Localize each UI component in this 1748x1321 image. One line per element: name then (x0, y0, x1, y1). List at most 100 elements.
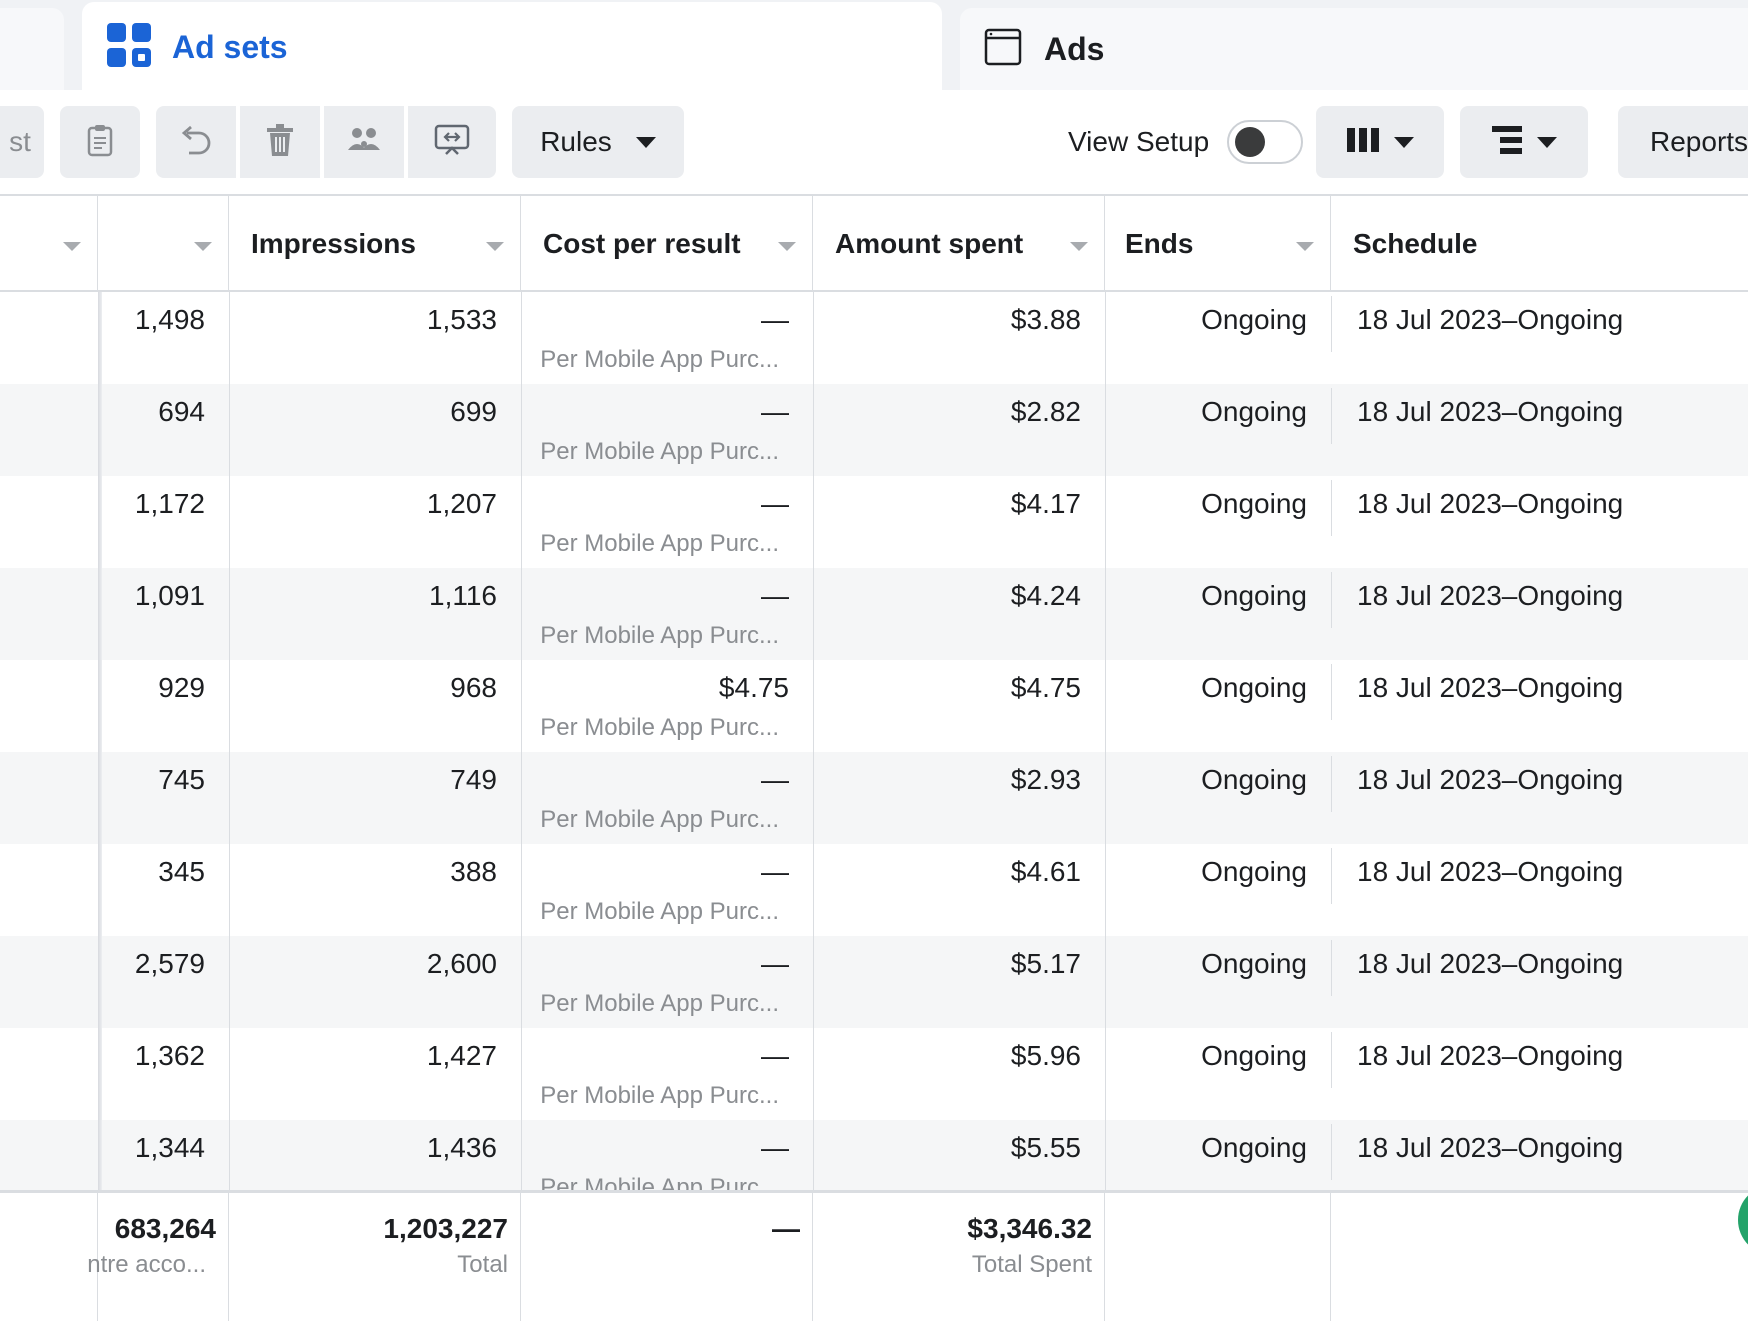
column-divider (229, 292, 230, 1212)
column-header-impressions[interactable]: Impressions (229, 196, 521, 292)
cell-ends: Ongoing (1105, 844, 1331, 936)
cell-cost-per-result-sub: Per Mobile App Purc... (540, 714, 779, 741)
cell-impressions: 699 (229, 384, 521, 476)
sort-caret-icon[interactable] (778, 242, 796, 251)
sort-caret-icon[interactable] (194, 242, 212, 251)
table-row[interactable]: 1,091 1,116 — Per Mobile App Purc... $4.24 On… (0, 568, 1748, 660)
cell-reach: 1,362 (98, 1028, 229, 1120)
sort-caret-icon[interactable] (1070, 242, 1088, 251)
cell-cost-per-result: — Per Mobile App Purc... (521, 292, 813, 384)
chevron-down-icon (635, 136, 656, 148)
sort-caret-icon[interactable] (1296, 242, 1314, 251)
table-row[interactable]: 345 388 — Per Mobile App Purc... $4.61 Ongoin… (0, 844, 1748, 936)
tab-ad-sets[interactable]: Ad sets (82, 2, 942, 92)
cell-ends: Ongoing (1105, 1028, 1331, 1120)
column-header-amount-spent[interactable]: Amount spent (813, 196, 1105, 292)
cell-schedule: 18 Jul 2023–Ongoing (1331, 1028, 1748, 1120)
cell-impressions-value: 1,533 (426, 304, 497, 335)
table-row[interactable]: 1,498 1,533 — Per Mobile App Purc... $3.88 On… (0, 292, 1748, 384)
breakdown-icon (1491, 125, 1523, 160)
table-row[interactable]: 1,172 1,207 — Per Mobile App Purc... $4.17 On… (0, 476, 1748, 568)
partial-toolbar-button[interactable]: st (0, 106, 44, 178)
cell-impressions-value: 388 (450, 856, 497, 887)
reports-button[interactable]: Reports (1618, 106, 1748, 178)
toggle-knob (1235, 127, 1266, 157)
column-divider (813, 292, 814, 1212)
cell-cost-per-result-value: — (761, 580, 789, 611)
window-icon (984, 28, 1022, 71)
cell-reach-value: 1,172 (134, 488, 205, 519)
column-divider (1331, 1124, 1332, 1180)
column-divider (1331, 756, 1332, 812)
totals-cost-cell: — (521, 1193, 813, 1321)
cell-ends-value: Ongoing (1201, 764, 1307, 795)
cell-impressions-value: 1,116 (429, 580, 497, 611)
cell-amount-spent-value: $2.93 (1010, 764, 1081, 795)
cell-partial (0, 384, 98, 476)
table-row[interactable]: 745 749 — Per Mobile App Purc... $2.93 Ongoin… (0, 752, 1748, 844)
table-row[interactable]: 1,362 1,427 — Per Mobile App Purc... $5.96 On… (0, 1028, 1748, 1120)
cell-impressions: 2,600 (229, 936, 521, 1028)
undo-button[interactable] (156, 106, 236, 178)
impressions-header-label: Impressions (251, 228, 416, 259)
column-header-cost-per-result[interactable]: Cost per result (521, 196, 813, 292)
cell-ends-value: Ongoing (1201, 1040, 1307, 1071)
cell-schedule: 18 Jul 2023–Ongoing (1331, 752, 1748, 844)
share-audience-button[interactable] (324, 106, 404, 178)
cell-ends-value: Ongoing (1201, 1132, 1307, 1163)
table-row[interactable]: 694 699 — Per Mobile App Purc... $2.82 Ongoin… (0, 384, 1748, 476)
column-header-reach[interactable] (98, 196, 229, 292)
cell-schedule-value: 18 Jul 2023–Ongoing (1357, 856, 1624, 887)
tab-campaigns-partial[interactable] (0, 8, 64, 90)
cell-ends-value: Ongoing (1201, 948, 1307, 979)
cell-cost-per-result-value: — (761, 304, 789, 335)
cell-ends-value: Ongoing (1201, 580, 1307, 611)
view-setup-toggle[interactable] (1227, 120, 1304, 164)
cell-amount-spent-value: $4.75 (1010, 672, 1081, 703)
column-header-schedule[interactable]: Schedule (1331, 196, 1748, 292)
duplicate-button[interactable] (60, 106, 140, 178)
cell-cost-per-result-sub: Per Mobile App Purc... (540, 990, 779, 1017)
cell-amount-spent: $4.61 (813, 844, 1105, 936)
column-divider (1331, 388, 1332, 444)
amount-spent-header-label: Amount spent (835, 228, 1024, 259)
cell-schedule-value: 18 Jul 2023–Ongoing (1357, 304, 1624, 335)
cell-impressions: 1,116 (229, 568, 521, 660)
cell-partial (0, 1028, 98, 1120)
partial-toolbar-label: st (9, 126, 31, 157)
totals-cost: — (772, 1213, 800, 1244)
cell-cost-per-result: — Per Mobile App Purc... (521, 384, 813, 476)
cell-cost-per-result-value: — (761, 948, 789, 979)
rules-dropdown[interactable]: Rules (512, 106, 684, 178)
sort-caret-icon[interactable] (63, 242, 81, 251)
tab-ads[interactable]: Ads (960, 8, 1748, 90)
cost-per-result-header-label: Cost per result (543, 228, 741, 259)
column-header-partial[interactable] (0, 196, 98, 292)
column-divider (1331, 940, 1332, 996)
columns-dropdown[interactable] (1316, 106, 1444, 178)
totals-spent-cell: $3,346.32 Total Spent (813, 1193, 1105, 1321)
cell-partial (0, 476, 98, 568)
table-row[interactable]: 929 968 $4.75 Per Mobile App Purc... $4.75 On… (0, 660, 1748, 752)
cell-cost-per-result-sub: Per Mobile App Purc... (540, 346, 779, 373)
cell-amount-spent-value: $4.17 (1010, 488, 1081, 519)
cell-ends-value: Ongoing (1201, 488, 1307, 519)
cell-impressions-value: 749 (450, 764, 497, 795)
cell-amount-spent: $3.88 (813, 292, 1105, 384)
totals-ends-cell (1105, 1193, 1331, 1321)
view-setup: View Setup (1068, 106, 1304, 178)
delete-button[interactable] (240, 106, 320, 178)
sort-caret-icon[interactable] (486, 242, 504, 251)
rules-label: Rules (540, 126, 612, 157)
cell-impressions-value: 968 (450, 672, 497, 703)
table-row[interactable]: 2,579 2,600 — Per Mobile App Purc... $5.17 On… (0, 936, 1748, 1028)
cell-cost-per-result-value: — (761, 1132, 789, 1163)
preview-button[interactable] (408, 106, 496, 178)
totals-impressions-cell: 1,203,227 Total (229, 1193, 521, 1321)
cell-schedule-value: 18 Jul 2023–Ongoing (1357, 488, 1624, 519)
cell-cost-per-result: $4.75 Per Mobile App Purc... (521, 660, 813, 752)
cell-cost-per-result-value: — (761, 856, 789, 887)
cell-amount-spent: $2.93 (813, 752, 1105, 844)
column-header-ends[interactable]: Ends (1105, 196, 1331, 292)
breakdown-dropdown[interactable] (1460, 106, 1588, 178)
